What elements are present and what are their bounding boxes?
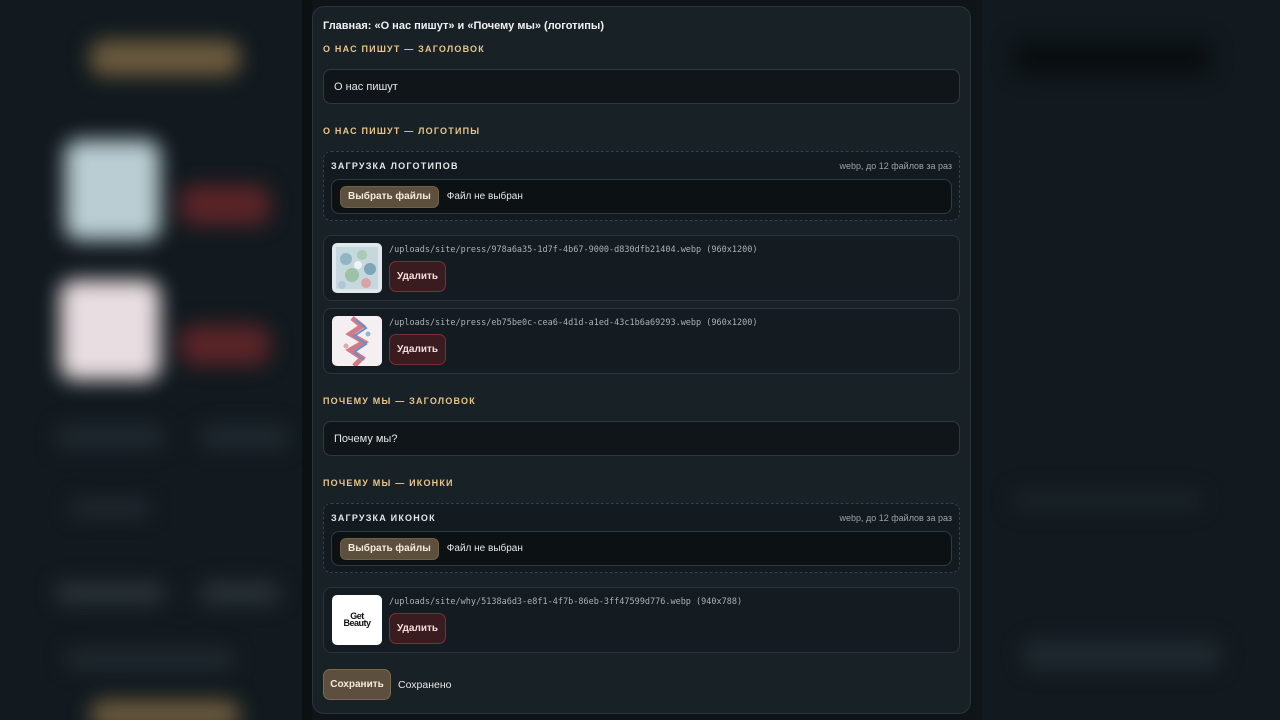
press-logo-path: /uploads/site/press/978a6a35-1d7f-4b67-9… [389,245,758,255]
press-file-input[interactable]: Выбрать файлы Файл не выбран [331,179,952,214]
background-left-panel [0,0,302,720]
why-icons-label: ПОЧЕМУ МЫ — ИКОНКИ [323,478,454,488]
press-upload-box: ЗАГРУЗКА ЛОГОТИПОВ webp, до 12 файлов за… [323,151,960,221]
why-icon-delete-button[interactable]: Удалить [389,613,446,644]
press-logo-delete-button[interactable]: Удалить [389,261,446,292]
press-file-status: Файл не выбран [446,191,523,202]
why-upload-box: ЗАГРУЗКА ИКОНОК webp, до 12 файлов за ра… [323,503,960,573]
press-upload-title: ЗАГРУЗКА ЛОГОТИПОВ [331,161,459,171]
panel-title: Главная: «О нас пишут» и «Почему мы» (ло… [323,20,604,32]
background-gap [302,0,312,720]
press-logo-thumbnail [332,243,382,293]
why-file-status: Файл не выбран [446,543,523,554]
why-icon-thumbnail: Get Beauty [332,595,382,645]
why-heading-label: ПОЧЕМУ МЫ — ЗАГОЛОВОК [323,396,476,406]
save-button[interactable]: Сохранить [323,669,391,700]
press-logo-delete-button[interactable]: Удалить [389,334,446,365]
background-right-panel [982,0,1280,720]
press-upload-hint: webp, до 12 файлов за раз [839,161,952,171]
get-beauty-logo: Get Beauty [343,611,371,628]
why-file-input[interactable]: Выбрать файлы Файл не выбран [331,531,952,566]
press-logo-path: /uploads/site/press/eb75be0c-cea6-4d1d-a… [389,318,758,328]
why-upload-title: ЗАГРУЗКА ИКОНОК [331,513,436,523]
why-upload-hint: webp, до 12 файлов за раз [839,513,952,523]
why-icon-item: Get Beauty /uploads/site/why/5138a6d3-e8… [323,587,960,653]
press-logos-label: О НАС ПИШУТ — ЛОГОТИПЫ [323,126,481,136]
press-choose-files-button[interactable]: Выбрать файлы [340,185,439,208]
press-logo-item: /uploads/site/press/eb75be0c-cea6-4d1d-a… [323,308,960,374]
press-heading-input[interactable]: О нас пишут [323,69,960,104]
press-logo-thumbnail [332,316,382,366]
settings-panel: Главная: «О нас пишут» и «Почему мы» (ло… [312,6,971,714]
why-icon-path: /uploads/site/why/5138a6d3-e8f1-4f7b-86e… [389,597,743,607]
save-status: Сохранено [398,678,452,691]
press-heading-label: О НАС ПИШУТ — ЗАГОЛОВОК [323,44,485,54]
why-heading-input[interactable]: Почему мы? [323,421,960,456]
why-choose-files-button[interactable]: Выбрать файлы [340,537,439,560]
press-logo-item: /uploads/site/press/978a6a35-1d7f-4b67-9… [323,235,960,301]
